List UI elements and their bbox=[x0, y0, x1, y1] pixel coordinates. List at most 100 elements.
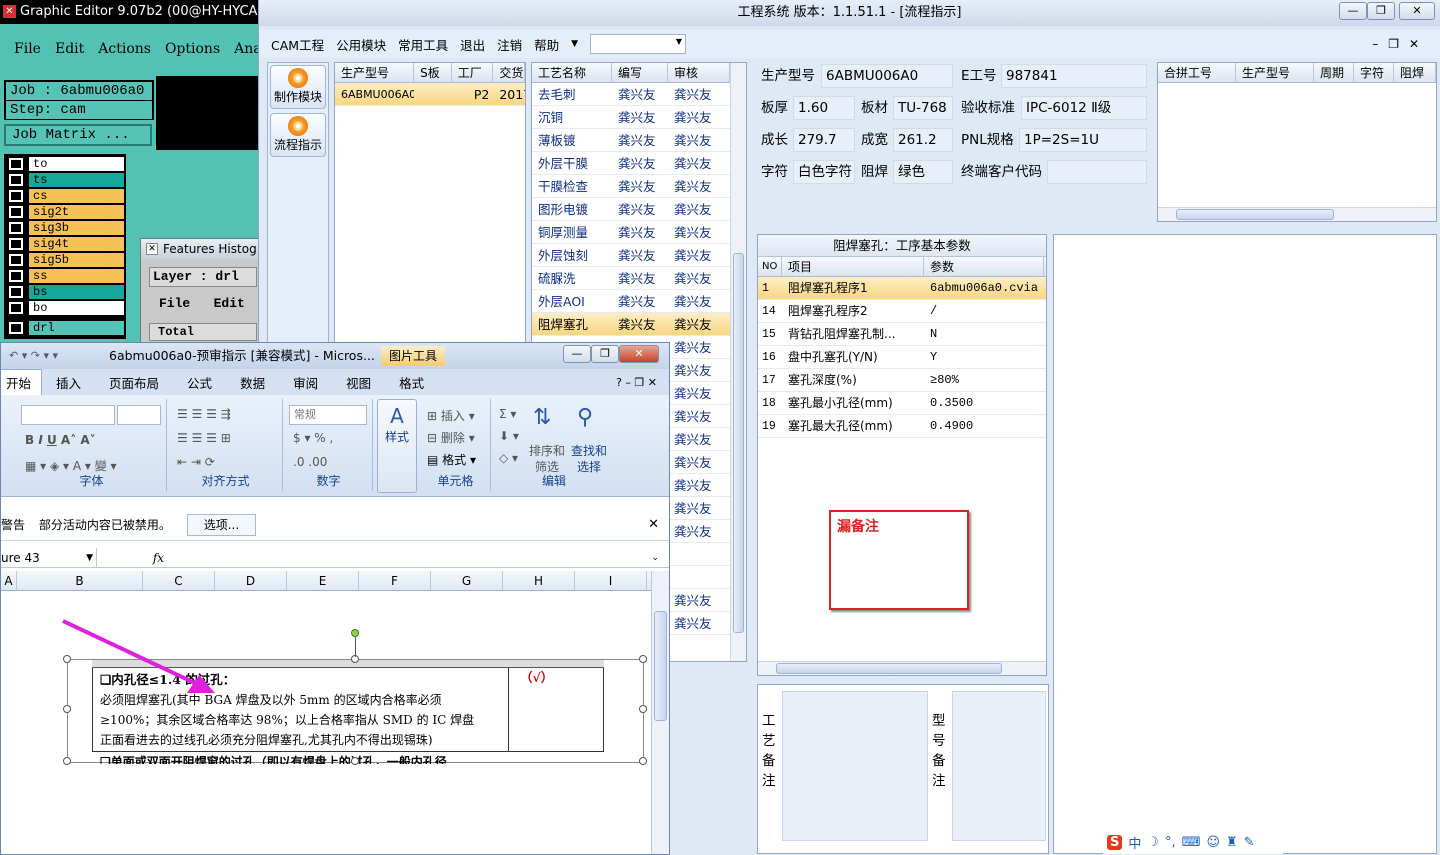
name-box[interactable]: ure 43 ▼ bbox=[1, 548, 97, 568]
col-merge-no[interactable]: 合拼工号 bbox=[1158, 63, 1236, 82]
ime-moon-icon[interactable]: ☽ bbox=[1147, 835, 1159, 850]
fill-icon[interactable]: ⬇ ▾ bbox=[499, 429, 519, 443]
layer-row[interactable]: to bbox=[6, 156, 124, 172]
ime-chinese-icon[interactable]: 中 bbox=[1128, 833, 1141, 852]
job-matrix-button[interactable]: Job Matrix ... bbox=[4, 124, 152, 146]
table-row[interactable]: 外层AOI 龚兴友 龚兴友 bbox=[532, 290, 746, 313]
col-merge-char[interactable]: 字符 bbox=[1354, 63, 1394, 82]
tab-page-layout[interactable]: 页面布局 bbox=[95, 373, 173, 392]
field-pnl[interactable]: 1P=2S=1U bbox=[1019, 128, 1147, 152]
layer-checkbox[interactable] bbox=[9, 254, 23, 266]
table-row[interactable]: 19 塞孔最大孔径(mm) 0.4900 bbox=[758, 415, 1046, 438]
excel-scroll-thumb[interactable] bbox=[654, 611, 667, 721]
resize-handle[interactable] bbox=[63, 757, 71, 765]
table-row[interactable]: 图形电镀 龚兴友 龚兴友 bbox=[532, 198, 746, 221]
process-remark-field[interactable] bbox=[782, 691, 928, 841]
col-param[interactable]: 参数 bbox=[924, 257, 1044, 276]
percent-icon[interactable]: $ ▾ % , bbox=[293, 431, 333, 445]
layer-checkbox[interactable] bbox=[9, 206, 23, 218]
layer-checkbox[interactable] bbox=[9, 222, 23, 234]
tab-home[interactable]: 开始 bbox=[1, 369, 43, 395]
nav-flow-instruction[interactable]: ◉ 流程指示 bbox=[270, 113, 326, 157]
ime-punct-icon[interactable]: °, bbox=[1165, 835, 1176, 850]
graphic-canvas[interactable] bbox=[156, 76, 260, 150]
layer-row[interactable]: ss bbox=[6, 268, 124, 284]
menu-logout[interactable]: 注销 bbox=[497, 35, 522, 54]
indent-icon[interactable]: ⇤ ⇥ ⟳ bbox=[177, 455, 215, 469]
tab-insert[interactable]: 插入 bbox=[42, 373, 95, 392]
params-scroll-thumb[interactable] bbox=[776, 663, 1002, 674]
ime-tool-icon[interactable]: ✎ bbox=[1244, 835, 1255, 850]
formula-expand-icon[interactable]: ⌄ bbox=[651, 548, 659, 568]
excel-vscrollbar[interactable] bbox=[651, 571, 669, 854]
col-merge-period[interactable]: 周期 bbox=[1314, 63, 1354, 82]
styles-button[interactable]: A 样式 bbox=[377, 399, 417, 493]
table-row[interactable]: 铜厚测量 龚兴友 龚兴友 bbox=[532, 221, 746, 244]
layer-row[interactable]: bs bbox=[6, 284, 124, 300]
table-row[interactable]: 硫脲洗 龚兴友 龚兴友 bbox=[532, 267, 746, 290]
table-row[interactable]: 18 塞孔最小孔径(mm) 0.3500 bbox=[758, 392, 1046, 415]
resize-handle[interactable] bbox=[639, 705, 647, 713]
find-select-button[interactable]: 查找和选择 bbox=[569, 443, 609, 475]
column-header[interactable]: H bbox=[503, 571, 575, 590]
quick-access-toolbar[interactable]: ↶ ▾ ↷ ▾ ▾ bbox=[9, 343, 58, 369]
ge-menu-edit[interactable]: Edit bbox=[55, 41, 84, 57]
table-row[interactable]: 16 盘中孔塞孔(Y/N) Y bbox=[758, 346, 1046, 369]
column-header[interactable]: D bbox=[215, 571, 287, 590]
layer-row[interactable]: sig2t bbox=[6, 204, 124, 220]
layer-row[interactable]: ts bbox=[6, 172, 124, 188]
table-row[interactable]: 薄板镀 龚兴友 龚兴友 bbox=[532, 129, 746, 152]
col-reviewer[interactable]: 审核 bbox=[668, 63, 730, 82]
field-char[interactable]: 白色字符 bbox=[793, 160, 855, 184]
ge-menu-analysis[interactable]: Anal bbox=[234, 41, 260, 57]
field-e-no[interactable]: 987841 bbox=[1001, 64, 1147, 88]
table-row[interactable]: 15 背钻孔阻焊塞孔制... N bbox=[758, 323, 1046, 346]
field-mask[interactable]: 绿色 bbox=[893, 160, 953, 184]
menu-help-chevron-icon[interactable]: ▼ bbox=[571, 39, 578, 49]
column-header[interactable]: A bbox=[1, 571, 17, 590]
menu-combo[interactable]: ▼ bbox=[590, 34, 687, 54]
layer-checkbox[interactable] bbox=[9, 270, 23, 282]
layer-checkbox[interactable] bbox=[9, 190, 23, 202]
field-material[interactable]: TU-768 bbox=[893, 96, 953, 120]
maximize-button[interactable]: ❐ bbox=[1367, 2, 1395, 20]
field-product-no[interactable]: 6ABMU006A0 bbox=[821, 64, 953, 88]
layer-checkbox[interactable] bbox=[9, 158, 23, 170]
menu-cam[interactable]: CAM工程 bbox=[271, 35, 324, 54]
col-delivery[interactable]: 交货 bbox=[493, 63, 525, 82]
column-header[interactable]: G bbox=[431, 571, 503, 590]
ime-user-icon[interactable]: ☺ bbox=[1206, 835, 1220, 850]
number-format-box[interactable]: 常规 bbox=[289, 405, 367, 425]
ime-keyboard-icon[interactable]: ⌨ bbox=[1182, 835, 1201, 850]
ime-skin-icon[interactable]: ♜ bbox=[1226, 835, 1238, 850]
align-top-icon[interactable]: ☰ ☰ ☰ ⇶ bbox=[177, 407, 231, 421]
features-menu-file[interactable]: File bbox=[159, 296, 190, 311]
sort-filter-button[interactable]: 排序和筛选 bbox=[529, 443, 565, 475]
col-process-name[interactable]: 工艺名称 bbox=[532, 63, 612, 82]
excel-close-button[interactable]: ✕ bbox=[619, 345, 659, 363]
layer-row[interactable]: sig5b bbox=[6, 252, 124, 268]
field-width[interactable]: 261.2 bbox=[893, 128, 953, 152]
col-factory[interactable]: 工厂 bbox=[452, 63, 494, 82]
close-button[interactable]: ✕ bbox=[1399, 2, 1435, 20]
col-item[interactable]: 项目 bbox=[782, 257, 924, 276]
sum-icon[interactable]: Σ ▾ bbox=[499, 407, 516, 421]
rotate-handle[interactable] bbox=[351, 629, 359, 637]
field-length[interactable]: 279.7 bbox=[793, 128, 855, 152]
field-thickness[interactable]: 1.60 bbox=[793, 96, 855, 120]
table-row[interactable]: 14 阻焊塞孔程序2 / bbox=[758, 300, 1046, 323]
ge-menu-actions[interactable]: Actions bbox=[98, 41, 151, 57]
layer-checkbox[interactable] bbox=[9, 302, 23, 314]
layer-checkbox[interactable] bbox=[9, 322, 23, 334]
col-merge-product[interactable]: 生产型号 bbox=[1236, 63, 1314, 82]
layer-checkbox[interactable] bbox=[9, 286, 23, 298]
insert-cells-button[interactable]: ⊞ 插入 ▾ bbox=[427, 407, 475, 424]
process-scrollbar[interactable] bbox=[730, 63, 746, 661]
decimal-icon[interactable]: .0 .00 bbox=[293, 455, 327, 469]
table-row[interactable]: 17 塞孔深度(%) ≥80% bbox=[758, 369, 1046, 392]
mdi-window-controls[interactable]: –❐✕ bbox=[1372, 37, 1429, 51]
table-row[interactable]: 沉铜 龚兴友 龚兴友 bbox=[532, 106, 746, 129]
clear-icon[interactable]: ◇ ▾ bbox=[499, 451, 518, 465]
bold-icon[interactable]: B I U A˄ A˅ bbox=[25, 433, 96, 447]
font-name-box[interactable] bbox=[21, 405, 115, 425]
